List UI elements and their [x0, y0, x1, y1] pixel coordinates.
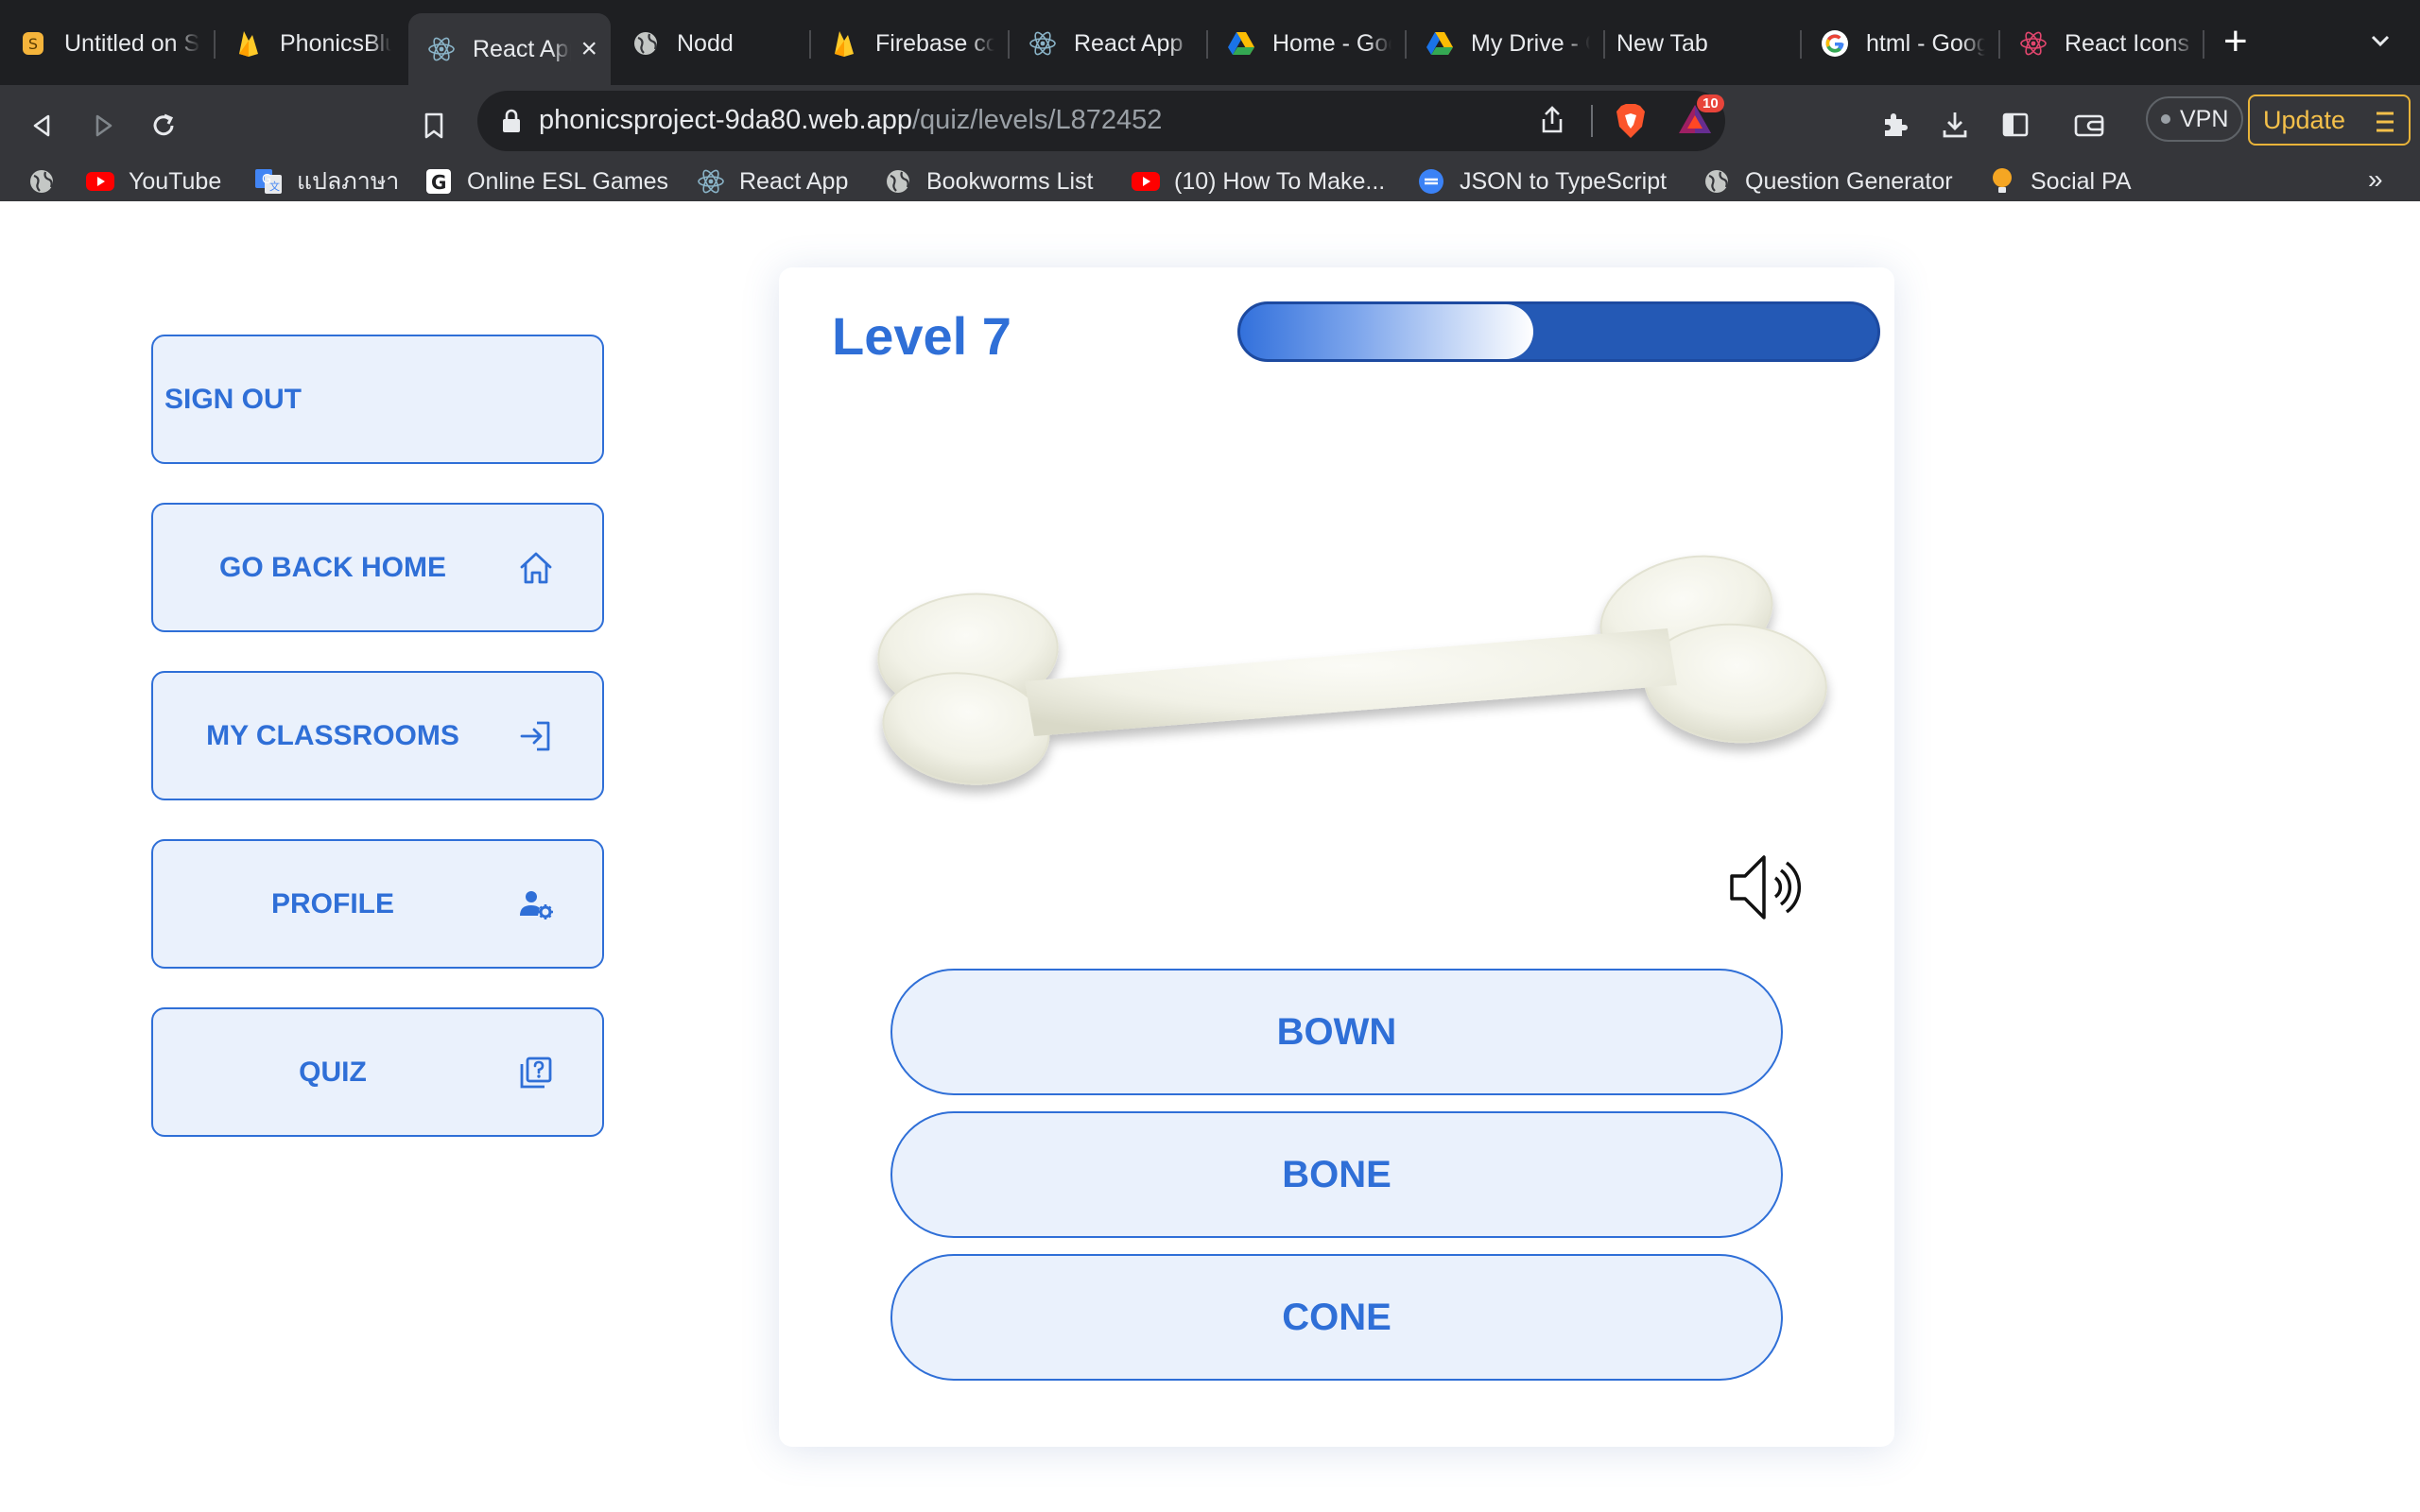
update-button[interactable]: Update — [2248, 94, 2411, 146]
react-icon — [427, 35, 456, 63]
tab-supernova[interactable]: S Untitled on Supernova — [0, 15, 214, 72]
answer-option-3[interactable]: CONE — [890, 1254, 1783, 1381]
globe-icon — [631, 29, 660, 58]
bookmarks-bar: YouTube G文 แปลภาษา G Online ESL Games Re… — [0, 164, 2420, 201]
go-back-home-button[interactable]: GO BACK HOME — [151, 503, 604, 632]
profile-button[interactable]: PROFILE — [151, 839, 604, 969]
bone-image — [877, 555, 1827, 785]
google-icon — [1821, 29, 1849, 58]
tab-react-icons[interactable]: React Icons — [2000, 15, 2208, 72]
download-icon[interactable] — [1934, 104, 1976, 146]
svg-text:G: G — [431, 171, 446, 194]
vpn-button[interactable]: VPN — [2146, 96, 2244, 142]
tab-phonicsblue[interactable]: PhonicsBlue — [216, 15, 405, 72]
google-drive-icon — [1426, 29, 1454, 58]
globe-icon — [26, 168, 57, 195]
close-tab-icon[interactable]: × — [580, 33, 597, 65]
wallet-icon[interactable] — [2068, 104, 2110, 146]
tab-new-tab[interactable]: New Tab — [1603, 15, 1800, 72]
svg-text:S: S — [28, 35, 38, 53]
bookmark-item-question-generator[interactable]: Question Generator — [1702, 164, 1953, 198]
browser-toolbar: phonicsproject-9da80.web.app/quiz/levels… — [0, 85, 2420, 166]
react-icon — [1028, 29, 1057, 58]
json-icon — [1416, 168, 1446, 195]
bookmark-item-youtube[interactable]: YouTube — [85, 164, 221, 198]
esl-games-icon: G — [424, 168, 454, 195]
address-bar[interactable]: phonicsproject-9da80.web.app/quiz/levels… — [477, 91, 1725, 151]
brave-shields-icon[interactable] — [1614, 102, 1648, 145]
sign-out-button[interactable]: SIGN OUT — [151, 335, 604, 464]
tab-search-chevron-icon[interactable] — [2368, 28, 2393, 58]
bookmark-item-translate[interactable]: G文 แปลภาษา — [253, 164, 399, 198]
bookmark-item-json-to-ts[interactable]: JSON to TypeScript — [1416, 164, 1667, 198]
enter-icon — [516, 716, 556, 756]
quiz-card: Level 7 BOWN BONE CONE — [779, 267, 1894, 1447]
tab-firebase-console[interactable]: Firebase console — [811, 15, 1008, 72]
user-settings-icon — [516, 885, 556, 924]
page-content: SIGN OUT GO BACK HOME MY CLASSROOMS PROF… — [0, 201, 2420, 1512]
tab-google-drive-home[interactable]: Home - Google Drive — [1208, 15, 1405, 72]
bookmark-icon[interactable] — [412, 104, 456, 147]
quiz-button[interactable]: QUIZ — [151, 1007, 604, 1137]
vpn-status-icon — [2161, 114, 2170, 124]
bookmark-item-bookworms[interactable]: Bookworms List — [883, 164, 1093, 198]
lock-icon[interactable] — [501, 108, 522, 139]
svg-text:文: 文 — [269, 180, 280, 193]
firebase-icon — [830, 29, 858, 58]
youtube-icon — [1131, 168, 1161, 195]
answer-option-2[interactable]: BONE — [890, 1111, 1783, 1238]
globe-icon — [883, 168, 913, 195]
tab-my-drive[interactable]: My Drive - Google Drive — [1407, 15, 1603, 72]
google-translate-icon: G文 — [253, 168, 284, 195]
forward-icon[interactable] — [81, 104, 125, 147]
answer-option-1[interactable]: BOWN — [890, 969, 1783, 1095]
rewards-badge: 10 — [1697, 94, 1724, 112]
bookmarks-overflow-icon[interactable]: » — [2368, 164, 2383, 195]
bookmark-item-social-pa[interactable]: Social PA — [1987, 164, 2132, 198]
my-classrooms-button[interactable]: MY CLASSROOMS — [151, 671, 604, 800]
progress-bar — [1237, 301, 1880, 362]
youtube-icon — [85, 168, 115, 195]
globe-icon — [1702, 168, 1732, 195]
browser-chrome: S Untitled on Supernova PhonicsBlue Reac… — [0, 0, 2420, 201]
extensions-icon[interactable] — [1874, 104, 1915, 146]
reload-icon[interactable] — [142, 104, 185, 147]
home-icon — [516, 548, 556, 588]
tab-nodd[interactable]: Nodd — [613, 15, 809, 72]
tab-react-app-active[interactable]: React App × — [408, 13, 611, 85]
react-icon — [696, 168, 726, 195]
tab-google-search[interactable]: html - Google Search — [1802, 15, 1998, 72]
tab-strip: S Untitled on Supernova PhonicsBlue Reac… — [0, 0, 2420, 85]
share-icon[interactable] — [1538, 105, 1566, 140]
bookmark-item-how-to-make[interactable]: (10) How To Make... — [1131, 164, 1385, 198]
speaker-icon[interactable] — [1726, 850, 1817, 925]
lightbulb-icon — [1987, 168, 2017, 195]
firebase-icon — [234, 29, 263, 58]
url-text[interactable]: phonicsproject-9da80.web.app/quiz/levels… — [539, 105, 1162, 136]
google-drive-icon — [1227, 29, 1255, 58]
bookmark-item-globe[interactable] — [26, 164, 70, 198]
level-title: Level 7 — [832, 306, 1011, 366]
react-icon — [2019, 29, 2048, 58]
progress-fill — [1240, 304, 1534, 359]
quiz-icon — [516, 1053, 556, 1092]
new-tab-button[interactable]: + — [2223, 21, 2248, 62]
supernova-icon: S — [19, 29, 47, 58]
menu-icon — [2375, 110, 2395, 141]
tab-react-app-2[interactable]: React App — [1010, 15, 1206, 72]
back-icon[interactable] — [21, 104, 64, 147]
bookmark-item-react-app[interactable]: React App — [696, 164, 848, 198]
bookmark-item-esl-games[interactable]: G Online ESL Games — [424, 164, 668, 198]
sidebar-toggle-icon[interactable] — [1995, 104, 2036, 146]
